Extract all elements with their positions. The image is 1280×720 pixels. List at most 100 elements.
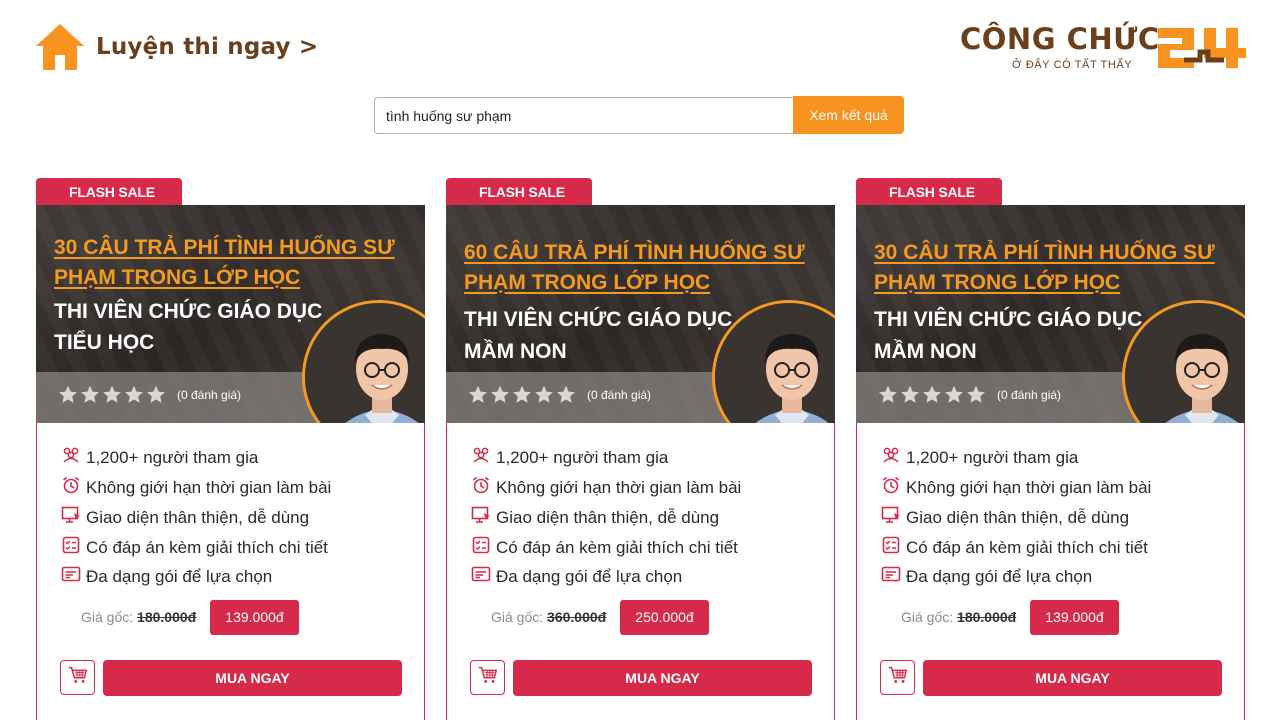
price-label: Giá gốc: xyxy=(81,609,138,625)
users-icon xyxy=(471,445,496,470)
feature-text: 1,200+ người tham gia xyxy=(496,447,669,467)
alarm-clock-icon xyxy=(61,475,86,500)
feature-item: 1,200+ người tham gia xyxy=(471,445,668,470)
course-card-body: 1,200+ người tham gia Không giới hạn thờ… xyxy=(856,423,1245,720)
review-count: (0 đánh giá) xyxy=(997,388,1062,402)
logo-tagline: Ở ĐÂY CÓ TẤT THẤY xyxy=(1012,59,1133,71)
package-card-icon xyxy=(881,564,906,589)
review-count: (0 đánh giá) xyxy=(587,388,652,402)
feature-text: Giao diện thân thiện, dễ dùng xyxy=(86,507,310,527)
feature-item: Giao diện thân thiện, dễ dùng xyxy=(471,505,719,530)
checklist-icon xyxy=(61,535,86,560)
feature-text: 1,200+ người tham gia xyxy=(906,447,1079,467)
rating-star-icon xyxy=(900,385,920,404)
cart-icon xyxy=(477,664,499,691)
search-input[interactable] xyxy=(374,97,794,134)
rating-star-icon xyxy=(58,385,78,404)
course-title-line-1[interactable]: 30 CÂU TRẢ PHÍ TÌNH HUỐNG SƯ xyxy=(874,237,1234,268)
original-price: Giá gốc: 360.000đ xyxy=(491,609,606,625)
course-card: FLASH SALE 30 CÂU TRẢ PHÍ TÌNH HUỐNG SƯ … xyxy=(36,178,425,720)
rating-star-icon xyxy=(102,385,122,404)
original-price-value: 360.000đ xyxy=(547,609,607,625)
course-subtitle-line-1: THI VIÊN CHỨC GIÁO DỤC xyxy=(874,308,1143,331)
cart-icon xyxy=(67,664,89,691)
package-card-icon xyxy=(61,564,86,589)
flash-sale-badge: FLASH SALE xyxy=(36,178,182,206)
course-card-body: 1,200+ người tham gia Không giới hạn thờ… xyxy=(446,423,835,720)
logo-text: CÔNG CHỨC xyxy=(960,22,1160,56)
feature-item: Có đáp án kèm giải thích chi tiết xyxy=(881,535,1148,560)
original-price-value: 180.000đ xyxy=(137,609,197,625)
sale-price-badge[interactable]: 139.000đ xyxy=(1030,600,1119,635)
course-title-line-2[interactable]: PHẠM TRONG LỚP HỌC xyxy=(54,262,300,293)
feature-item: Có đáp án kèm giải thích chi tiết xyxy=(61,535,328,560)
feature-text: Không giới hạn thời gian làm bài xyxy=(496,477,742,497)
cart-icon xyxy=(887,664,909,691)
add-to-cart-button[interactable] xyxy=(470,660,505,695)
feature-text: 1,200+ người tham gia xyxy=(86,447,259,467)
add-to-cart-button[interactable] xyxy=(880,660,915,695)
rating-star-icon xyxy=(556,385,576,404)
feature-text: Đa dạng gói để lựa chọn xyxy=(496,566,683,586)
feature-text: Đa dạng gói để lựa chọn xyxy=(906,566,1093,586)
feature-item: Đa dạng gói để lựa chọn xyxy=(471,564,682,589)
course-banner[interactable]: 30 CÂU TRẢ PHÍ TÌNH HUỐNG SƯ PHẠM TRONG … xyxy=(856,205,1245,423)
rating-star-icon xyxy=(468,385,488,404)
rating-star-icon xyxy=(512,385,532,404)
rating-star-icon xyxy=(124,385,144,404)
course-subtitle-line-1: THI VIÊN CHỨC GIÁO DỤC xyxy=(54,300,323,323)
add-to-cart-button[interactable] xyxy=(60,660,95,695)
course-title-line-2[interactable]: PHẠM TRONG LỚP HỌC xyxy=(874,267,1120,298)
price-label: Giá gốc: xyxy=(491,609,548,625)
rating-star-icon xyxy=(922,385,942,404)
rating-star-icon xyxy=(80,385,100,404)
rating-star-icon xyxy=(534,385,554,404)
feature-item: Không giới hạn thời gian làm bài xyxy=(471,475,741,500)
original-price-value: 180.000đ xyxy=(957,609,1017,625)
rating-stars xyxy=(58,385,166,404)
course-card-body: 1,200+ người tham gia Không giới hạn thờ… xyxy=(36,423,425,720)
feature-text: Giao diện thân thiện, dễ dùng xyxy=(496,507,720,527)
feature-item: Không giới hạn thời gian làm bài xyxy=(881,475,1151,500)
course-card: FLASH SALE 60 CÂU TRẢ PHÍ TÌNH HUỐNG SƯ … xyxy=(446,178,835,720)
brand-logo[interactable]: CÔNG CHỨC Ở ĐÂY CÓ TẤT THẤY xyxy=(958,20,1254,76)
sale-price-badge[interactable]: 139.000đ xyxy=(210,600,299,635)
course-banner[interactable]: 60 CÂU TRẢ PHÍ TÌNH HUỐNG SƯ PHẠM TRONG … xyxy=(446,205,835,423)
rating-stars xyxy=(878,385,986,404)
users-icon xyxy=(881,445,906,470)
rating-star-icon xyxy=(490,385,510,404)
feature-text: Có đáp án kèm giải thích chi tiết xyxy=(906,537,1148,557)
buy-now-button[interactable]: MUA NGAY xyxy=(513,660,812,696)
buy-now-button[interactable]: MUA NGAY xyxy=(103,660,402,696)
feature-item: Có đáp án kèm giải thích chi tiết xyxy=(471,535,738,560)
price-label: Giá gốc: xyxy=(901,609,958,625)
course-banner[interactable]: 30 CÂU TRẢ PHÍ TÌNH HUỐNG SƯ PHẠM TRONG … xyxy=(36,205,425,423)
feature-text: Có đáp án kèm giải thích chi tiết xyxy=(86,537,328,557)
original-price: Giá gốc: 180.000đ xyxy=(901,609,1016,625)
rating-star-icon xyxy=(146,385,166,404)
monitor-cursor-icon xyxy=(471,505,496,530)
users-icon xyxy=(61,445,86,470)
home-icon xyxy=(36,24,84,70)
buy-now-button[interactable]: MUA NGAY xyxy=(923,660,1222,696)
feature-item: Không giới hạn thời gian làm bài xyxy=(61,475,331,500)
course-subtitle-line-1: THI VIÊN CHỨC GIÁO DỤC xyxy=(464,308,733,331)
feature-text: Đa dạng gói để lựa chọn xyxy=(86,566,273,586)
search-button[interactable]: Xem kết quả xyxy=(793,96,904,134)
feature-text: Không giới hạn thời gian làm bài xyxy=(86,477,332,497)
course-title-line-1[interactable]: 60 CÂU TRẢ PHÍ TÌNH HUỐNG SƯ xyxy=(464,237,824,268)
course-title-line-1[interactable]: 30 CÂU TRẢ PHÍ TÌNH HUỐNG SƯ xyxy=(54,232,414,263)
home-link[interactable]: Luyện thi ngay > xyxy=(34,22,318,72)
rating-stars xyxy=(468,385,576,404)
page: Luyện thi ngay > CÔNG CHỨC Ở ĐÂY CÓ TẤT … xyxy=(0,0,1280,720)
course-card: FLASH SALE 30 CÂU TRẢ PHÍ TÌNH HUỐNG SƯ … xyxy=(856,178,1245,720)
monitor-cursor-icon xyxy=(881,505,906,530)
feature-item: Đa dạng gói để lựa chọn xyxy=(61,564,272,589)
sale-price-badge[interactable]: 250.000đ xyxy=(620,600,709,635)
logo-24-icon xyxy=(1158,28,1246,68)
course-title-line-2[interactable]: PHẠM TRONG LỚP HỌC xyxy=(464,267,710,298)
feature-text: Giao diện thân thiện, dễ dùng xyxy=(906,507,1130,527)
feature-item: Giao diện thân thiện, dễ dùng xyxy=(881,505,1129,530)
feature-item: 1,200+ người tham gia xyxy=(881,445,1078,470)
alarm-clock-icon xyxy=(881,475,906,500)
